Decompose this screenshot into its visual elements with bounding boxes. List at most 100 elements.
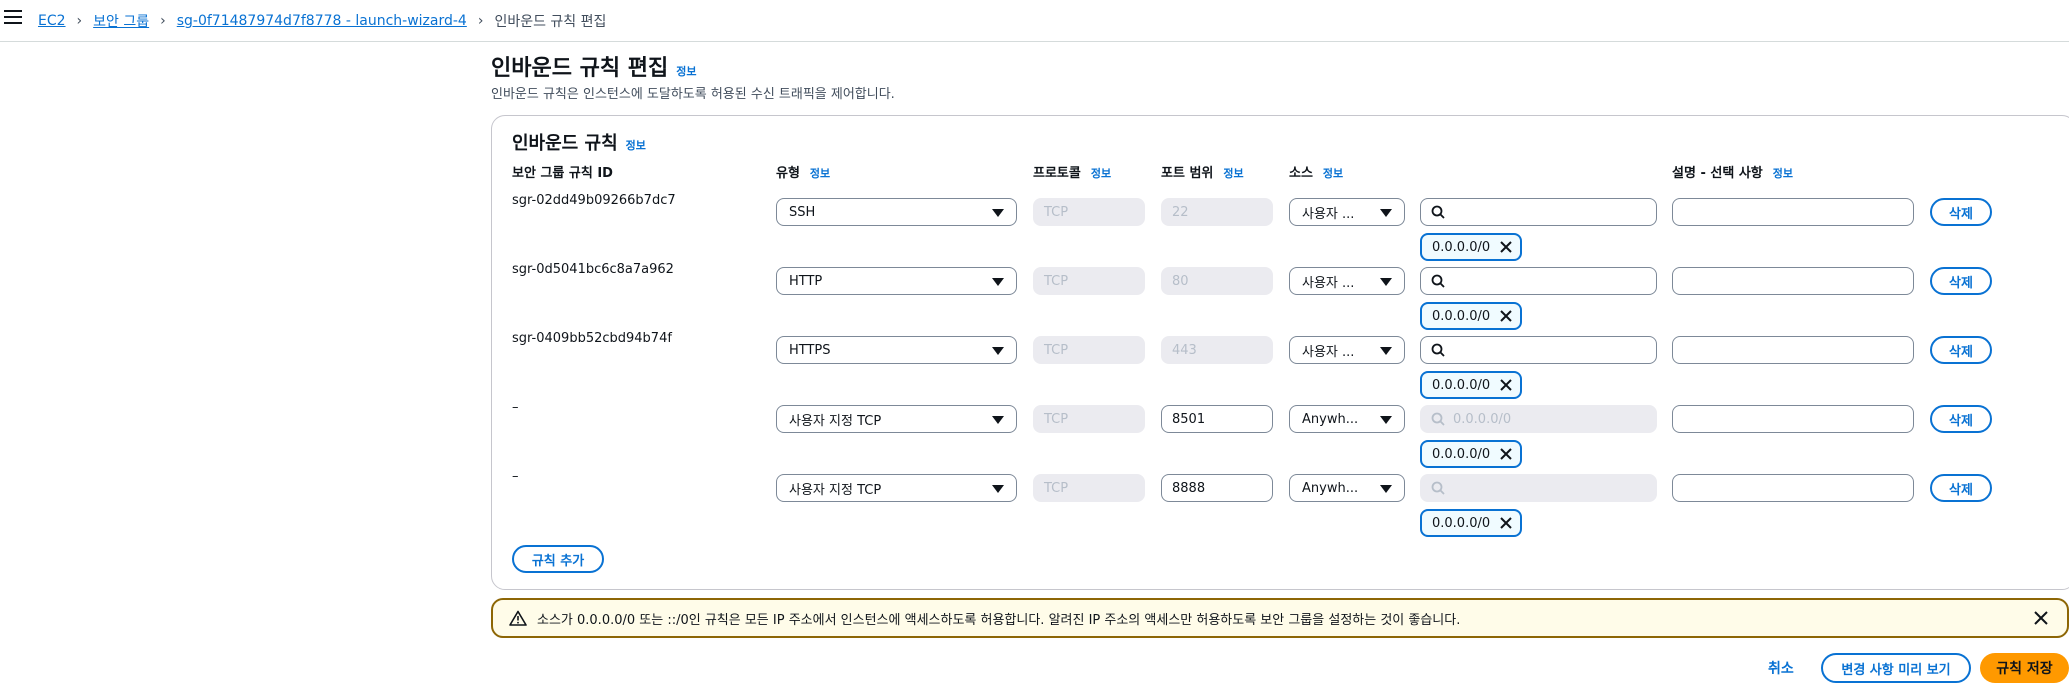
cancel-button[interactable]: 취소 — [1768, 658, 1794, 678]
column-label: 소스 — [1289, 166, 1313, 181]
description-input[interactable] — [1672, 336, 1914, 364]
save-rules-button[interactable]: 규칙 저장 — [1980, 653, 2069, 683]
type-select-value: SSH — [789, 204, 816, 220]
delete-rule-button[interactable]: 삭제 — [1930, 336, 1992, 364]
cidr-search-input: 0.0.0.0/0 — [1420, 405, 1657, 433]
type-select[interactable]: HTTP — [776, 267, 1017, 295]
breadcrumb-ec2[interactable]: EC2 — [38, 13, 66, 29]
chevron-right-icon: › — [76, 13, 83, 29]
type-select[interactable]: 사용자 지정 TCP — [776, 474, 1017, 502]
rule-id: – — [512, 400, 519, 415]
column-header-port-range: 포트 범위 정보 — [1161, 162, 1244, 181]
breadcrumb-security-groups[interactable]: 보안 그룹 — [93, 11, 149, 31]
port-range-input[interactable]: 8501 — [1161, 405, 1273, 433]
delete-rule-button[interactable]: 삭제 — [1930, 405, 1992, 433]
panel-header: 인바운드 규칙 정보 — [512, 129, 646, 155]
description-input[interactable] — [1672, 474, 1914, 502]
delete-rule-button[interactable]: 삭제 — [1930, 474, 1992, 502]
top-navigation-bar: EC2 › 보안 그룹 › sg-0f71487974d7f8778 - lau… — [0, 0, 2069, 42]
search-icon — [1431, 343, 1445, 357]
cidr-token: 0.0.0.0/0 — [1420, 371, 1523, 399]
delete-rule-button[interactable]: 삭제 — [1930, 198, 1992, 226]
type-select-value: 사용자 지정 TCP — [789, 482, 882, 498]
source-select[interactable]: 사용자 ... — [1289, 267, 1405, 295]
source-select[interactable]: Anywh... — [1289, 474, 1405, 502]
chevron-right-icon: › — [160, 13, 166, 29]
type-select[interactable]: SSH — [776, 198, 1017, 226]
close-icon[interactable] — [1498, 239, 1514, 255]
port-range-input: 22 — [1161, 198, 1273, 226]
protocol-field: TCP — [1033, 198, 1145, 226]
page-description: 인바운드 규칙은 인스턴스에 도달하도록 허용된 수신 트래픽을 제어합니다. — [491, 87, 895, 102]
port-range-input: 443 — [1161, 336, 1273, 364]
page-info-link[interactable]: 정보 — [676, 63, 696, 79]
type-info-link[interactable]: 정보 — [810, 165, 830, 181]
column-label: 보안 그룹 규칙 ID — [512, 166, 613, 181]
warning-alert: 소스가 0.0.0.0/0 또는 ::/0인 규칙은 모든 IP 주소에서 인스… — [491, 598, 2069, 638]
menu-icon[interactable] — [4, 10, 22, 26]
caret-down-icon — [992, 278, 1004, 286]
caret-down-icon — [1380, 209, 1392, 217]
type-select[interactable]: HTTPS — [776, 336, 1017, 364]
column-header-type: 유형 정보 — [776, 162, 830, 181]
column-header-source: 소스 정보 — [1289, 162, 1343, 181]
close-icon[interactable] — [1498, 377, 1514, 393]
description-input[interactable] — [1672, 267, 1914, 295]
cidr-token-label: 0.0.0.0/0 — [1432, 239, 1491, 255]
protocol-field: TCP — [1033, 474, 1145, 502]
source-info-link[interactable]: 정보 — [1323, 165, 1343, 181]
description-input[interactable] — [1672, 198, 1914, 226]
column-header-rule-id: 보안 그룹 규칙 ID — [512, 162, 613, 181]
add-rule-button[interactable]: 규칙 추가 — [512, 545, 604, 573]
rule-id: – — [512, 469, 519, 484]
caret-down-icon — [1380, 416, 1392, 424]
description-info-link[interactable]: 정보 — [1773, 165, 1793, 181]
source-select-value: 사용자 ... — [1302, 344, 1355, 360]
source-select[interactable]: 사용자 ... — [1289, 336, 1405, 364]
delete-rule-button[interactable]: 삭제 — [1930, 267, 1992, 295]
cidr-token: 0.0.0.0/0 — [1420, 509, 1523, 537]
page-header: 인바운드 규칙 편집 정보 — [491, 50, 697, 82]
cidr-search-input[interactable] — [1420, 267, 1657, 295]
type-select-value: HTTP — [789, 273, 823, 289]
cidr-token-label: 0.0.0.0/0 — [1432, 515, 1491, 531]
close-icon[interactable] — [2033, 610, 2049, 626]
cidr-search-input[interactable] — [1420, 336, 1657, 364]
page-title: 인바운드 규칙 편집 — [491, 56, 669, 81]
alert-text: 소스가 0.0.0.0/0 또는 ::/0인 규칙은 모든 IP 주소에서 인스… — [537, 612, 1461, 628]
source-select-value: Anywh... — [1302, 411, 1359, 427]
breadcrumb-current: 인바운드 규칙 편집 — [494, 14, 607, 30]
caret-down-icon — [992, 485, 1004, 493]
column-header-description: 설명 - 선택 사항 정보 — [1672, 162, 1793, 181]
source-select[interactable]: 사용자 ... — [1289, 198, 1405, 226]
cidr-token-label: 0.0.0.0/0 — [1432, 377, 1491, 393]
breadcrumb-security-group[interactable]: sg-0f71487974d7f8778 - launch-wizard-4 — [177, 13, 467, 29]
type-select[interactable]: 사용자 지정 TCP — [776, 405, 1017, 433]
panel-info-link[interactable]: 정보 — [626, 137, 646, 153]
protocol-field: TCP — [1033, 336, 1145, 364]
protocol-field: TCP — [1033, 267, 1145, 295]
cidr-token: 0.0.0.0/0 — [1420, 233, 1523, 261]
port-range-input: 80 — [1161, 267, 1273, 295]
type-select-value: HTTPS — [789, 342, 831, 358]
chevron-right-icon: › — [477, 13, 484, 29]
preview-changes-button[interactable]: 변경 사항 미리 보기 — [1821, 653, 1971, 683]
cidr-search-input[interactable] — [1420, 198, 1657, 226]
close-icon[interactable] — [1498, 308, 1514, 324]
cidr-token: 0.0.0.0/0 — [1420, 440, 1523, 468]
close-icon[interactable] — [1498, 515, 1514, 531]
search-icon — [1431, 481, 1445, 495]
caret-down-icon — [1380, 278, 1392, 286]
port-range-input[interactable]: 8888 — [1161, 474, 1273, 502]
description-input[interactable] — [1672, 405, 1914, 433]
source-select[interactable]: Anywh... — [1289, 405, 1405, 433]
rule-id: sgr-0d5041bc6c8a7a962 — [512, 262, 674, 277]
column-label: 설명 - 선택 사항 — [1672, 166, 1763, 181]
port-info-link[interactable]: 정보 — [1223, 165, 1243, 181]
column-label: 유형 — [776, 166, 800, 181]
protocol-info-link[interactable]: 정보 — [1091, 165, 1111, 181]
cidr-token-label: 0.0.0.0/0 — [1432, 446, 1491, 462]
close-icon[interactable] — [1498, 446, 1514, 462]
warning-icon — [509, 610, 527, 626]
panel-title: 인바운드 규칙 — [512, 133, 618, 154]
